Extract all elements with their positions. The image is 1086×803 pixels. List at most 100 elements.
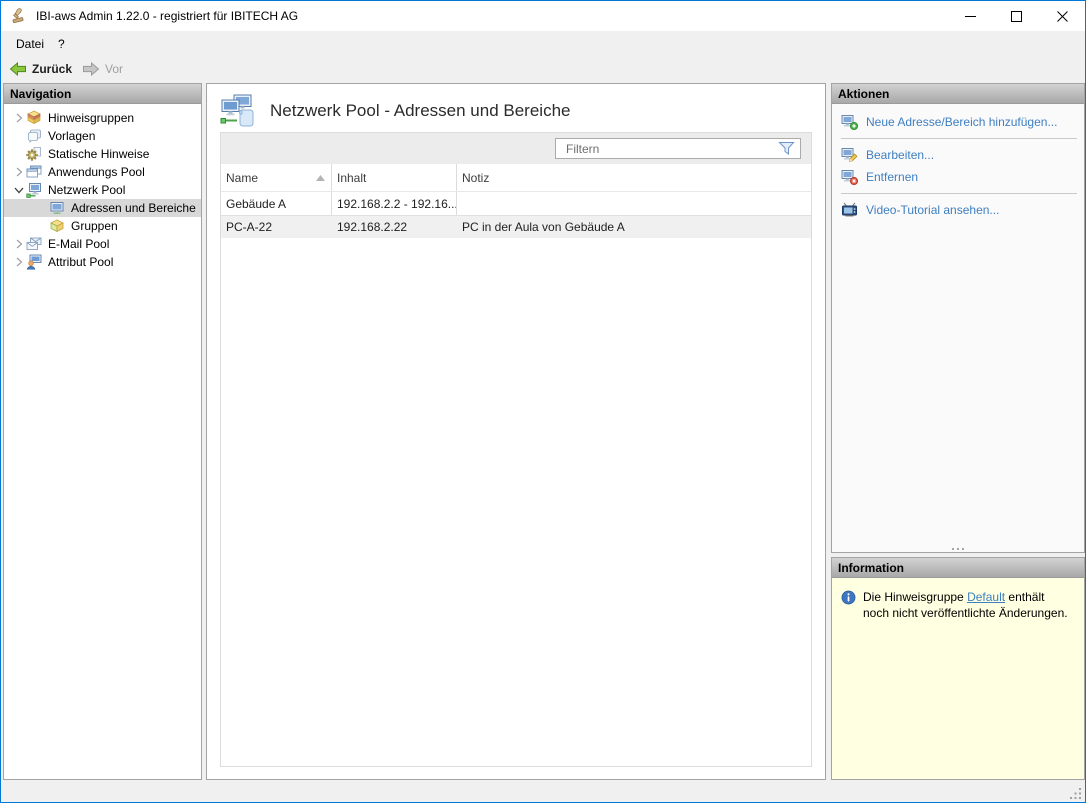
cell-inhalt: 192.168.2.2 - 192.16...: [332, 192, 457, 215]
add-address-icon: [841, 114, 858, 130]
action-label: Neue Adresse/Bereich hinzufügen...: [866, 115, 1057, 129]
address-table-container: Name Inhalt Notiz Gebäude A 192.168.2.2 …: [220, 132, 812, 767]
nav-item-label: Statische Hinweise: [48, 147, 149, 161]
column-header-name[interactable]: Name: [221, 164, 332, 191]
column-label: Notiz: [462, 171, 489, 185]
table-row[interactable]: PC-A-22 192.168.2.22 PC in der Aula von …: [221, 215, 811, 238]
page-title-row: Netzwerk Pool - Adressen und Bereiche: [220, 94, 571, 128]
nav-item-label: E-Mail Pool: [48, 237, 109, 251]
email-icon: [26, 236, 42, 252]
nav-item-label: Netzwerk Pool: [48, 183, 125, 197]
chevron-right-icon[interactable]: [11, 237, 26, 252]
video-tutorial-icon: [841, 202, 858, 218]
action-label: Bearbeiten...: [866, 148, 934, 162]
column-label: Inhalt: [337, 171, 366, 185]
chevron-down-icon[interactable]: [11, 183, 26, 198]
templates-icon: [26, 128, 42, 144]
column-header-notiz[interactable]: Notiz: [457, 164, 811, 191]
nav-item-hinweisgruppen[interactable]: Hinweisgruppen: [4, 109, 201, 127]
cell-name: Gebäude A: [221, 192, 332, 215]
app-window: IBI-aws Admin 1.22.0 - registriert für I…: [0, 0, 1086, 803]
menu-datei[interactable]: Datei: [9, 33, 51, 55]
sort-asc-icon: [316, 175, 325, 181]
panel-splitter[interactable]: [952, 548, 964, 550]
minimize-button[interactable]: [947, 1, 993, 31]
maximize-button[interactable]: [993, 1, 1039, 31]
main-panel: Netzwerk Pool - Adressen und Bereiche Na…: [206, 83, 826, 780]
resize-grip[interactable]: [1069, 787, 1082, 800]
remove-icon: [841, 169, 858, 185]
cell-name: PC-A-22: [221, 216, 332, 238]
column-header-inhalt[interactable]: Inhalt: [332, 164, 457, 191]
nav-item-attribut-pool[interactable]: Attribut Pool: [4, 253, 201, 271]
actions-list: Neue Adresse/Bereich hinzufügen... Bearb…: [832, 104, 1084, 221]
window-controls: [947, 1, 1085, 31]
info-text-before: Die Hinweisgruppe: [863, 590, 967, 604]
information-message: Die Hinweisgruppe Default enthält noch n…: [863, 589, 1073, 621]
network-pool-header-icon: [220, 94, 256, 128]
chevron-spacer: [11, 147, 26, 162]
nav-item-netzwerk-pool[interactable]: Netzwerk Pool: [4, 181, 201, 199]
menu-help[interactable]: ?: [51, 33, 72, 55]
action-label: Video-Tutorial ansehen...: [866, 203, 999, 217]
table-row[interactable]: Gebäude A 192.168.2.2 - 192.16...: [221, 192, 811, 215]
filter-strip: [221, 133, 811, 164]
chevron-right-icon[interactable]: [11, 165, 26, 180]
menu-bar: Datei ?: [1, 31, 1085, 56]
app-icon: [11, 8, 27, 24]
page-title: Netzwerk Pool - Adressen und Bereiche: [270, 101, 571, 121]
edit-icon: [841, 147, 858, 163]
forward-button[interactable]: Vor: [82, 62, 123, 76]
nav-item-adressen-und-bereiche[interactable]: Adressen und Bereiche: [4, 199, 201, 217]
nav-item-anwendungs-pool[interactable]: Anwendungs Pool: [4, 163, 201, 181]
cell-notiz: PC in der Aula von Gebäude A: [457, 216, 811, 238]
nav-item-vorlagen[interactable]: Vorlagen: [4, 127, 201, 145]
video-tutorial-link[interactable]: Video-Tutorial ansehen...: [832, 199, 1084, 221]
close-button[interactable]: [1039, 1, 1085, 31]
app-windows-icon: [26, 164, 42, 180]
user-computer-icon: [26, 254, 42, 270]
information-body: Die Hinweisgruppe Default enthält noch n…: [832, 578, 1084, 621]
column-label: Name: [226, 171, 258, 185]
separator: [841, 193, 1077, 194]
separator: [841, 138, 1077, 139]
chevron-right-icon[interactable]: [11, 111, 26, 126]
nav-item-label: Gruppen: [71, 219, 118, 233]
window-title: IBI-aws Admin 1.22.0 - registriert für I…: [36, 9, 298, 23]
actions-panel: Aktionen Neue Adresse/Bereich hinzufügen…: [831, 83, 1085, 553]
nav-item-label: Hinweisgruppen: [48, 111, 134, 125]
toolbar: Zurück Vor: [1, 56, 1085, 82]
default-group-link[interactable]: Default: [967, 590, 1005, 604]
forward-arrow-icon: [82, 62, 100, 76]
cell-notiz: [457, 192, 811, 215]
filter-input[interactable]: [556, 141, 778, 157]
chevron-spacer: [11, 129, 26, 144]
back-arrow-icon: [9, 62, 27, 76]
nav-item-statische-hinweise[interactable]: Statische Hinweise: [4, 145, 201, 163]
close-icon: [1057, 11, 1068, 22]
info-icon: [841, 590, 856, 605]
edit-link[interactable]: Bearbeiten...: [832, 144, 1084, 166]
action-label: Entfernen: [866, 170, 918, 184]
cell-inhalt: 192.168.2.22: [332, 216, 457, 238]
remove-link[interactable]: Entfernen: [832, 166, 1084, 188]
minimize-icon: [965, 11, 976, 22]
information-panel: Information Die Hinweisgruppe Default en…: [831, 557, 1085, 780]
filter-box: [555, 138, 801, 159]
nav-item-label: Vorlagen: [48, 129, 95, 143]
status-bar: [1, 781, 1085, 802]
filter-funnel-icon[interactable]: [778, 141, 795, 156]
nav-item-email-pool[interactable]: E-Mail Pool: [4, 235, 201, 253]
navigation-header: Navigation: [4, 84, 201, 104]
back-label: Zurück: [32, 62, 72, 76]
add-address-link[interactable]: Neue Adresse/Bereich hinzufügen...: [832, 111, 1084, 133]
title-bar: IBI-aws Admin 1.22.0 - registriert für I…: [1, 1, 1085, 31]
table-header-row: Name Inhalt Notiz: [221, 164, 811, 192]
navigation-panel: Navigation Hinweisgruppen: [3, 83, 202, 780]
nav-item-label: Adressen und Bereiche: [71, 201, 196, 215]
back-button[interactable]: Zurück: [9, 62, 72, 76]
chevron-right-icon[interactable]: [11, 255, 26, 270]
nav-item-gruppen[interactable]: Gruppen: [4, 217, 201, 235]
nav-item-label: Anwendungs Pool: [48, 165, 145, 179]
notice-groups-icon: [26, 110, 42, 126]
